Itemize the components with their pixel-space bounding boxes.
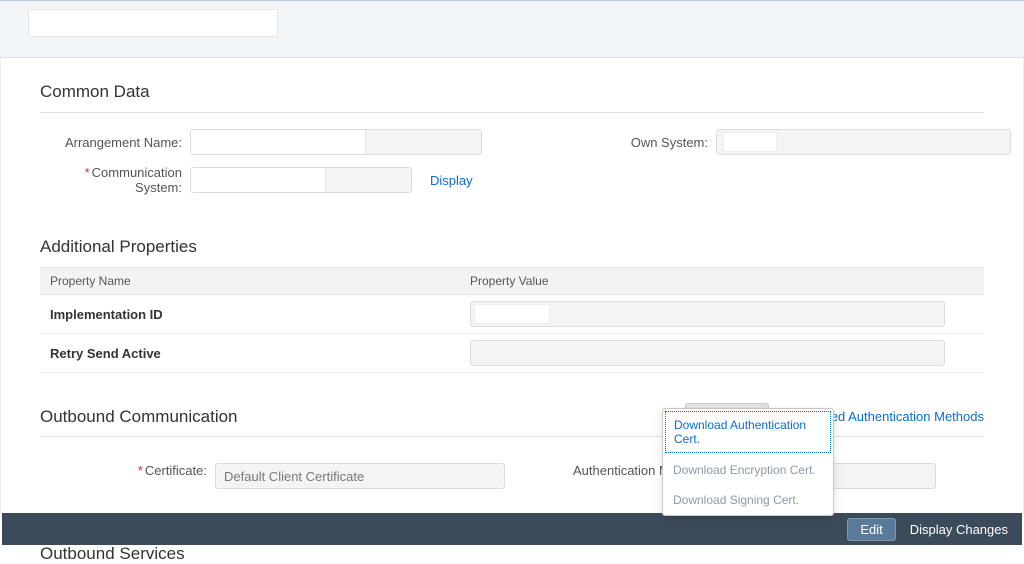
label-own-system: Own System: (616, 135, 716, 150)
menu-item-download-encryption-cert[interactable]: Download Encryption Cert. (663, 455, 833, 485)
properties-header: Property Name Property Value (40, 267, 984, 295)
communication-system-input[interactable] (190, 167, 412, 193)
property-value-input[interactable] (470, 301, 945, 327)
label-arrangement-name: Arrangement Name: (40, 135, 190, 150)
col-property-name: Property Name (50, 274, 470, 288)
label-communication-system: *Communication System: (40, 165, 190, 195)
footer-bar: Edit Display Changes (2, 513, 1022, 545)
display-changes-link[interactable]: Display Changes (910, 522, 1008, 537)
download-dropdown: Download Authentication Cert. Download E… (662, 408, 834, 516)
col-property-value: Property Value (470, 274, 974, 288)
divider (40, 112, 984, 113)
header-field (28, 9, 278, 37)
menu-item-download-signing-cert[interactable]: Download Signing Cert. (663, 485, 833, 515)
property-name: Implementation ID (50, 307, 470, 322)
certificate-input[interactable]: Default Client Certificate (215, 463, 505, 489)
section-title-outbound-communication: Outbound Communication (40, 407, 238, 427)
property-name: Retry Send Active (50, 346, 470, 361)
menu-item-download-auth-cert[interactable]: Download Authentication Cert. (665, 411, 831, 453)
table-row: Implementation ID (40, 295, 984, 334)
property-value-input[interactable] (470, 340, 945, 366)
display-link[interactable]: Display (430, 173, 473, 188)
section-title-common-data: Common Data (40, 82, 984, 102)
section-title-additional-properties: Additional Properties (40, 237, 984, 257)
edit-button[interactable]: Edit (847, 518, 895, 541)
section-title-outbound-services: Outbound Services (40, 544, 984, 564)
own-system-input[interactable] (716, 129, 1011, 155)
divider (40, 436, 984, 437)
arrangement-name-input[interactable] (190, 129, 482, 155)
label-certificate: *Certificate: (40, 463, 215, 489)
table-row: Retry Send Active (40, 334, 984, 373)
page-header (0, 0, 1024, 58)
